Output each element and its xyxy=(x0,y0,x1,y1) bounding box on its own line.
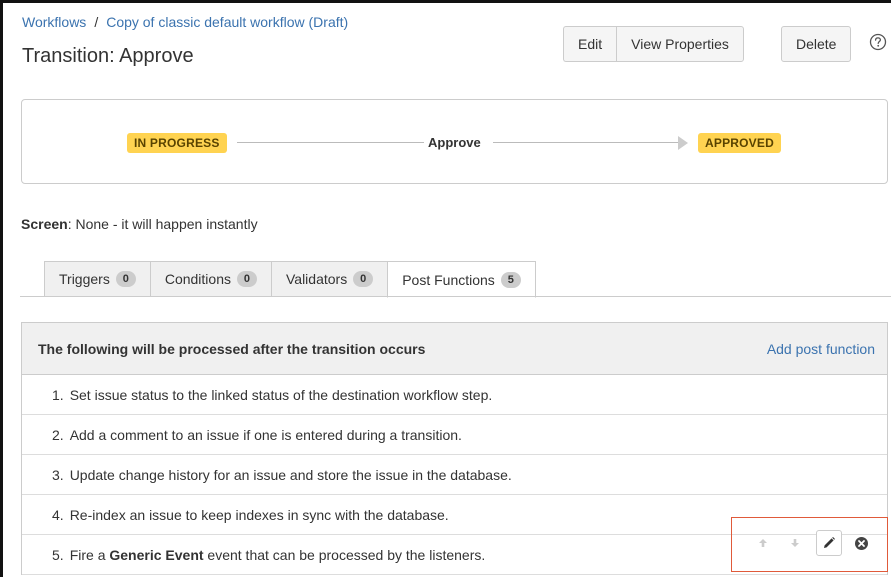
diagram-connector-line xyxy=(493,142,680,143)
tab-count-badge: 0 xyxy=(353,271,374,287)
row-number: 1. xyxy=(52,386,64,403)
row-actions-highlight xyxy=(731,517,888,572)
tab-count-badge: 0 xyxy=(115,271,136,287)
screen-info: Screen: None - it will happen instantly xyxy=(21,216,258,232)
transition-tabs: Triggers 0 Conditions 0 Validators 0 Pos… xyxy=(44,261,536,298)
transition-diagram: IN PROGRESS Approve APPROVED xyxy=(21,99,888,184)
tab-count-badge: 5 xyxy=(500,271,521,288)
tab-conditions[interactable]: Conditions 0 xyxy=(149,261,271,297)
row-text-pre: Fire a xyxy=(69,546,110,563)
screen-value: : None - it will happen instantly xyxy=(67,216,258,232)
frame-top-edge xyxy=(0,0,891,3)
delete-button[interactable]: Delete xyxy=(781,26,852,62)
row-text: Set issue status to the linked status of… xyxy=(69,386,493,403)
arrow-down-icon xyxy=(791,539,799,547)
breadcrumb: Workflows / Copy of classic default workfl… xyxy=(22,14,348,30)
tab-post-functions[interactable]: Post Functions 5 xyxy=(387,261,536,298)
post-function-row: 3. Update change history for an issue an… xyxy=(22,455,887,495)
delete-circle-icon xyxy=(854,536,868,550)
to-status-lozenge: APPROVED xyxy=(698,133,781,153)
row-number: 3. xyxy=(52,466,64,483)
post-functions-header: The following will be processed after th… xyxy=(22,323,887,375)
breadcrumb-workflows-link[interactable]: Workflows xyxy=(22,14,86,30)
tab-label: Post Functions xyxy=(402,271,495,288)
post-functions-heading: The following will be processed after th… xyxy=(38,340,426,357)
delete-post-function-button[interactable] xyxy=(848,530,874,556)
arrow-up-icon xyxy=(759,539,767,547)
post-function-row: 1. Set issue status to the linked status… xyxy=(22,375,887,415)
row-number: 5. xyxy=(52,546,64,563)
page-title: Transition: Approve xyxy=(22,45,194,67)
delete-button-group: Delete xyxy=(781,26,852,62)
diagram-connector-line xyxy=(237,142,424,143)
move-up-button[interactable] xyxy=(750,530,776,556)
pencil-icon xyxy=(824,537,835,548)
tab-label: Conditions xyxy=(164,271,231,287)
breadcrumb-separator: / xyxy=(94,14,99,30)
tab-label: Triggers xyxy=(59,271,110,287)
row-text: Add a comment to an issue if one is ente… xyxy=(69,426,462,443)
transition-name-label: Approve xyxy=(428,135,481,150)
toolbar-button-group: Edit View Properties xyxy=(563,26,744,62)
tab-label: Validators xyxy=(285,271,348,287)
row-text: Re-index an issue to keep indexes in syn… xyxy=(69,506,449,523)
event-name: Generic Event xyxy=(109,546,204,563)
frame-left-edge xyxy=(0,0,3,577)
edit-post-function-button[interactable] xyxy=(816,530,842,556)
diagram-arrow-icon xyxy=(678,136,688,150)
row-text: Fire a Generic Event event that can be p… xyxy=(70,547,486,563)
row-text: Update change history for an issue and s… xyxy=(69,466,512,483)
row-number: 4. xyxy=(52,506,64,523)
edit-button[interactable]: Edit xyxy=(563,26,617,62)
row-number: 2. xyxy=(52,426,64,443)
tab-validators[interactable]: Validators 0 xyxy=(270,261,388,297)
tab-baseline-divider xyxy=(20,296,891,297)
from-status-lozenge: IN PROGRESS xyxy=(127,133,227,153)
tab-triggers[interactable]: Triggers 0 xyxy=(44,261,150,297)
breadcrumb-current-link[interactable]: Copy of classic default workflow (Draft) xyxy=(106,14,348,30)
tab-count-badge: 0 xyxy=(236,271,257,287)
help-icon[interactable] xyxy=(869,33,887,51)
screen-label: Screen xyxy=(21,216,68,232)
post-function-row: 2. Add a comment to an issue if one is e… xyxy=(22,415,887,455)
row-text-post: event that can be processed by the liste… xyxy=(203,546,486,563)
view-properties-button[interactable]: View Properties xyxy=(616,26,744,62)
add-post-function-link[interactable]: Add post function xyxy=(767,341,875,357)
move-down-button[interactable] xyxy=(782,530,808,556)
